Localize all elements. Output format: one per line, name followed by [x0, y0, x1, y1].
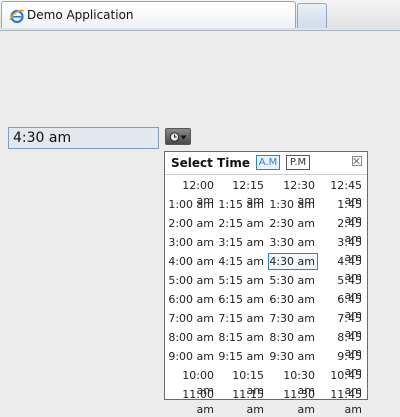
- time-row: 4:00 am 4:15 am 4:30 am 4:45 am: [167, 252, 367, 283]
- time-option[interactable]: 7:30 am: [268, 310, 318, 327]
- time-option[interactable]: 2:00 am: [167, 215, 217, 232]
- time-option[interactable]: 2:45 am: [317, 215, 365, 245]
- time-row: 12:00 am 12:15 am 12:30 am 12:45 am: [167, 176, 367, 207]
- time-option[interactable]: 8:00 am: [167, 329, 217, 346]
- time-option[interactable]: 5:45 am: [317, 272, 365, 302]
- time-option[interactable]: 7:45 am: [317, 310, 365, 340]
- page-content: 4:30 am Select Time A.M P.M 12:00 am 12:1…: [0, 31, 400, 416]
- time-option[interactable]: 5:00 am: [167, 272, 217, 289]
- time-option[interactable]: 9:00 am: [167, 348, 217, 365]
- browser-tab-title: Demo Application: [27, 8, 134, 22]
- time-option[interactable]: 4:45 am: [317, 253, 365, 283]
- time-option[interactable]: 12:45 am: [317, 177, 365, 207]
- time-option[interactable]: 11:00 am: [167, 386, 217, 416]
- time-row: 8:00 am 8:15 am 8:30 am 8:45 am: [167, 328, 367, 359]
- time-option[interactable]: 9:15 am: [217, 348, 267, 365]
- time-option[interactable]: 7:15 am: [217, 310, 267, 327]
- time-option[interactable]: 6:45 am: [317, 291, 365, 321]
- time-option[interactable]: 4:15 am: [217, 253, 267, 270]
- time-option[interactable]: 4:00 am: [167, 253, 217, 270]
- time-grid: 12:00 am 12:15 am 12:30 am 12:45 am 1:00 am 1…: [167, 176, 367, 416]
- time-option[interactable]: 11:45 am: [317, 386, 365, 416]
- time-option[interactable]: 1:45 am: [317, 196, 365, 226]
- time-option[interactable]: 1:30 am: [268, 196, 318, 213]
- time-option[interactable]: 9:45 am: [317, 348, 365, 378]
- clock-dropdown-icon: [169, 132, 187, 142]
- time-option[interactable]: 6:00 am: [167, 291, 217, 308]
- time-option[interactable]: 11:30 am: [268, 386, 318, 416]
- time-row: 1:00 am 1:15 am 1:30 am 1:45 am: [167, 195, 367, 226]
- close-icon[interactable]: [352, 156, 362, 166]
- time-option[interactable]: 2:30 am: [268, 215, 318, 232]
- time-picker-button[interactable]: [165, 128, 191, 145]
- time-option[interactable]: 10:30 am: [268, 367, 318, 397]
- time-option[interactable]: 3:30 am: [268, 234, 318, 251]
- time-input[interactable]: 4:30 am: [8, 127, 159, 149]
- time-option[interactable]: 7:00 am: [167, 310, 217, 327]
- time-row: 7:00 am 7:15 am 7:30 am 7:45 am: [167, 309, 367, 340]
- time-row: 10:00 am 10:15 am 10:30 am 10:45 am: [167, 366, 367, 397]
- time-option[interactable]: 10:15 am: [217, 367, 267, 397]
- time-option[interactable]: 3:45 am: [317, 234, 365, 264]
- time-option[interactable]: 5:15 am: [217, 272, 267, 289]
- time-option[interactable]: 10:45 am: [317, 367, 365, 397]
- time-row: 11:00 am 11:15 am 11:30 am 11:45 am: [167, 385, 367, 416]
- time-option[interactable]: 12:00 am: [167, 177, 217, 207]
- time-row: 6:00 am 6:15 am 6:30 am 6:45 am: [167, 290, 367, 321]
- time-option[interactable]: 8:45 am: [317, 329, 365, 359]
- time-picker-title: Select Time: [171, 156, 251, 170]
- time-option[interactable]: 4:30 am: [268, 253, 318, 270]
- pm-toggle[interactable]: P.M: [286, 155, 310, 170]
- am-toggle[interactable]: A.M: [256, 155, 280, 170]
- time-option[interactable]: 2:15 am: [217, 215, 267, 232]
- ie-browser-icon: [9, 9, 25, 24]
- new-tab-button[interactable]: [297, 3, 327, 28]
- time-option[interactable]: 10:00 am: [167, 367, 217, 397]
- time-option[interactable]: 1:15 am: [217, 196, 267, 213]
- time-option[interactable]: 9:30 am: [268, 348, 318, 365]
- time-picker-header: Select Time A.M P.M: [165, 152, 367, 175]
- time-option[interactable]: 6:15 am: [217, 291, 267, 308]
- time-option[interactable]: 8:30 am: [268, 329, 318, 346]
- time-row: 9:00 am 9:15 am 9:30 am 9:45 am: [167, 347, 367, 378]
- time-option[interactable]: 8:15 am: [217, 329, 267, 346]
- browser-tab-strip: Demo Application: [0, 0, 400, 31]
- time-picker-popup: Select Time A.M P.M 12:00 am 12:15 am 12:3…: [164, 151, 368, 416]
- time-option[interactable]: 11:15 am: [217, 386, 267, 416]
- time-option[interactable]: 1:00 am: [167, 196, 217, 213]
- time-option[interactable]: 5:30 am: [268, 272, 318, 289]
- time-option[interactable]: 12:15 am: [217, 177, 267, 207]
- time-row: 2:00 am 2:15 am 2:30 am 2:45 am: [167, 214, 367, 245]
- time-row: 5:00 am 5:15 am 5:30 am 5:45 am: [167, 271, 367, 302]
- browser-tab[interactable]: Demo Application: [1, 1, 296, 28]
- time-option[interactable]: 6:30 am: [268, 291, 318, 308]
- time-option[interactable]: 12:30 am: [268, 177, 318, 207]
- time-option[interactable]: 3:15 am: [217, 234, 267, 251]
- time-option[interactable]: 3:00 am: [167, 234, 217, 251]
- time-row: 3:00 am 3:15 am 3:30 am 3:45 am: [167, 233, 367, 264]
